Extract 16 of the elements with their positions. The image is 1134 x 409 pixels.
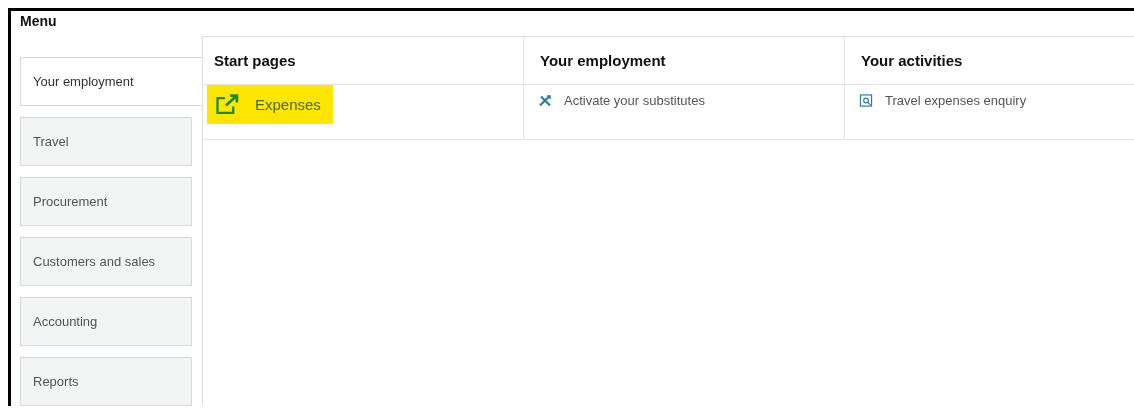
menu-tab[interactable]: Procurement bbox=[20, 177, 192, 226]
search-document-icon bbox=[859, 94, 873, 107]
menu-tab[interactable]: Accounting bbox=[20, 297, 192, 346]
column-heading: Start pages bbox=[214, 52, 296, 69]
column-heading: Your activities bbox=[861, 52, 963, 69]
menu-link[interactable]: Activate your substitutes bbox=[538, 93, 705, 108]
menu-link[interactable]: Travel expenses enquiry bbox=[859, 93, 1027, 108]
menu-link[interactable]: Expenses bbox=[207, 85, 333, 124]
menu-tab[interactable]: Reports bbox=[20, 357, 192, 406]
menu-tab[interactable]: Customers and sales bbox=[20, 237, 192, 286]
external-link-icon bbox=[215, 94, 241, 115]
tools-icon bbox=[538, 94, 552, 107]
menu-tab[interactable]: Your employment bbox=[20, 57, 202, 106]
column-heading: Your employment bbox=[540, 52, 666, 69]
menu-tab[interactable]: Travel bbox=[20, 117, 192, 166]
menu-title: Menu bbox=[19, 12, 58, 31]
